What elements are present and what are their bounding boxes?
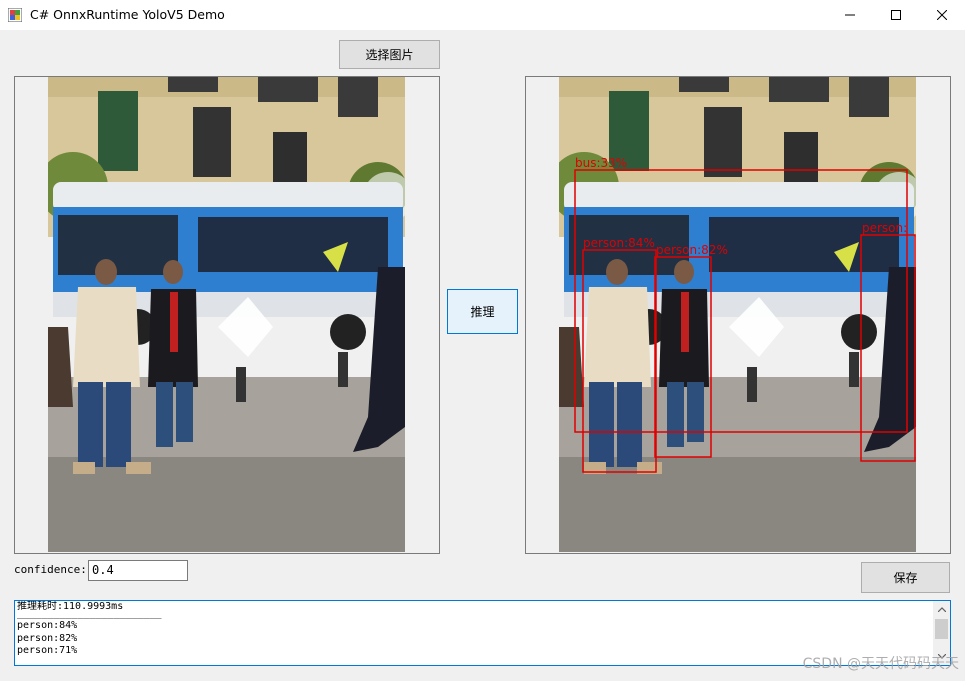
- confidence-input[interactable]: 0.4: [88, 560, 188, 581]
- log-lines: 推理耗时:110.9993ms ________________________…: [17, 601, 927, 658]
- close-icon: [937, 10, 947, 20]
- window-title: C# OnnxRuntime YoloV5 Demo: [30, 7, 225, 22]
- source-image-box: [14, 76, 440, 554]
- close-button[interactable]: [919, 0, 965, 30]
- scroll-up-arrow[interactable]: [933, 601, 950, 618]
- scroll-thumb[interactable]: [935, 619, 948, 639]
- log-line: person:84%: [17, 620, 78, 631]
- confidence-label: confidence:: [14, 563, 87, 576]
- minimize-button[interactable]: [827, 0, 873, 30]
- source-photo: [48, 77, 405, 552]
- minimize-icon: [845, 14, 855, 16]
- client-area: 选择图片 推理 bus:33% person:84% person:82% pe…: [0, 30, 965, 681]
- maximize-icon: [891, 10, 901, 20]
- log-line: ________________________: [17, 607, 162, 619]
- detection-label-person-1: person:84%: [583, 236, 655, 250]
- title-bar: C# OnnxRuntime YoloV5 Demo: [0, 0, 965, 30]
- log-line: person:71%: [17, 645, 78, 656]
- select-image-button[interactable]: 选择图片: [339, 40, 440, 69]
- app-icon: [8, 8, 22, 22]
- result-photo: bus:33% person:84% person:82% person:: [559, 77, 916, 552]
- save-button[interactable]: 保存: [861, 562, 950, 593]
- result-image-box: bus:33% person:84% person:82% person:: [525, 76, 951, 554]
- detection-label-person-3: person:: [862, 221, 907, 235]
- chevron-up-icon: [937, 607, 946, 612]
- watermark: CSDN @天天代码码天天: [802, 656, 959, 672]
- infer-button[interactable]: 推理: [447, 289, 518, 334]
- detection-label-person-2: person:82%: [656, 243, 728, 257]
- detection-label-bus: bus:33%: [575, 156, 627, 170]
- maximize-button[interactable]: [873, 0, 919, 30]
- log-line: person:82%: [17, 632, 78, 644]
